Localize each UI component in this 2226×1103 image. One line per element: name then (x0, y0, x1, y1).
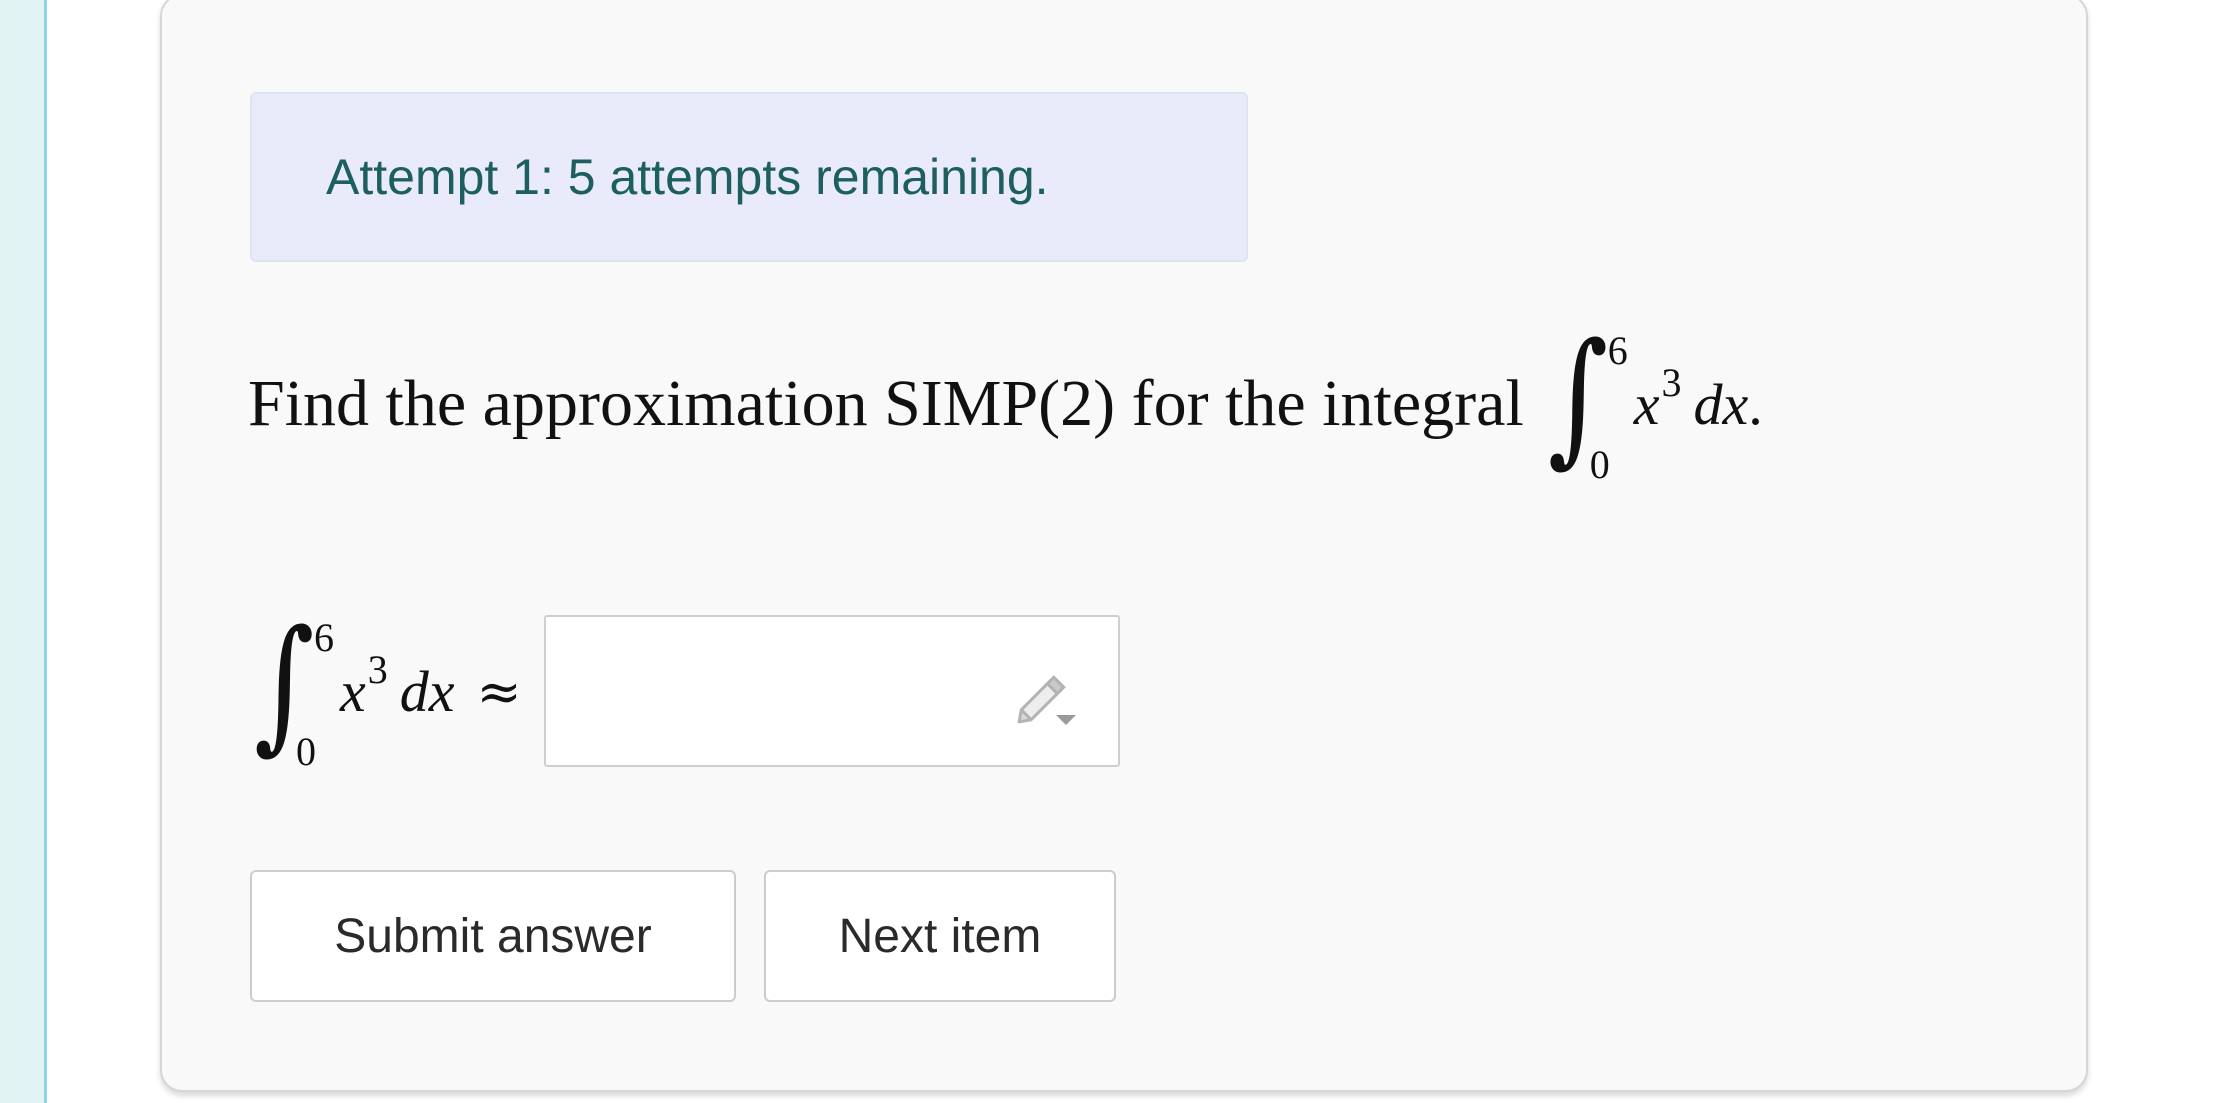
question-lower-limit: 0 (1589, 442, 1610, 487)
question-period: . (1748, 371, 1763, 437)
pencil-icon[interactable] (1008, 657, 1084, 733)
question-integrand: x3 dx. (1633, 360, 1763, 438)
approx-symbol: ≈ (476, 659, 522, 723)
question-upper-limit: 6 (1607, 328, 1628, 373)
action-buttons: Submit answer Next item (250, 870, 1116, 1002)
attempt-status-text: Attempt 1: 5 attempts remaining. (326, 149, 1049, 205)
answer-variable: x (340, 658, 366, 724)
answer-field[interactable] (543, 615, 1120, 767)
left-side-strip (0, 0, 47, 1103)
question-exponent: 3 (1661, 359, 1682, 405)
question-statement: Find the approximation SIMP(2) for the i… (248, 314, 1763, 494)
answer-upper-limit: 6 (314, 615, 334, 660)
answer-integrand: x3 dx (340, 647, 455, 725)
question-differential: dx (1693, 371, 1749, 437)
question-integral-sign: ∫ 6 0 (1547, 312, 1628, 487)
question-card: Attempt 1: 5 attempts remaining. Find th… (160, 0, 2088, 1092)
answer-row: ∫ 6 0 x3 dx ≈ (248, 596, 1120, 786)
answer-integral-sign: ∫ 6 0 (254, 599, 334, 774)
submit-answer-button[interactable]: Submit answer (250, 870, 736, 1002)
answer-lower-limit: 0 (296, 729, 316, 774)
question-prompt: Find the approximation SIMP(2) for the i… (248, 367, 1524, 440)
answer-exponent: 3 (367, 646, 388, 692)
answer-differential: dx (399, 658, 455, 724)
next-item-button[interactable]: Next item (764, 870, 1116, 1002)
attempt-banner: Attempt 1: 5 attempts remaining. (250, 92, 1248, 262)
question-variable: x (1633, 371, 1660, 437)
